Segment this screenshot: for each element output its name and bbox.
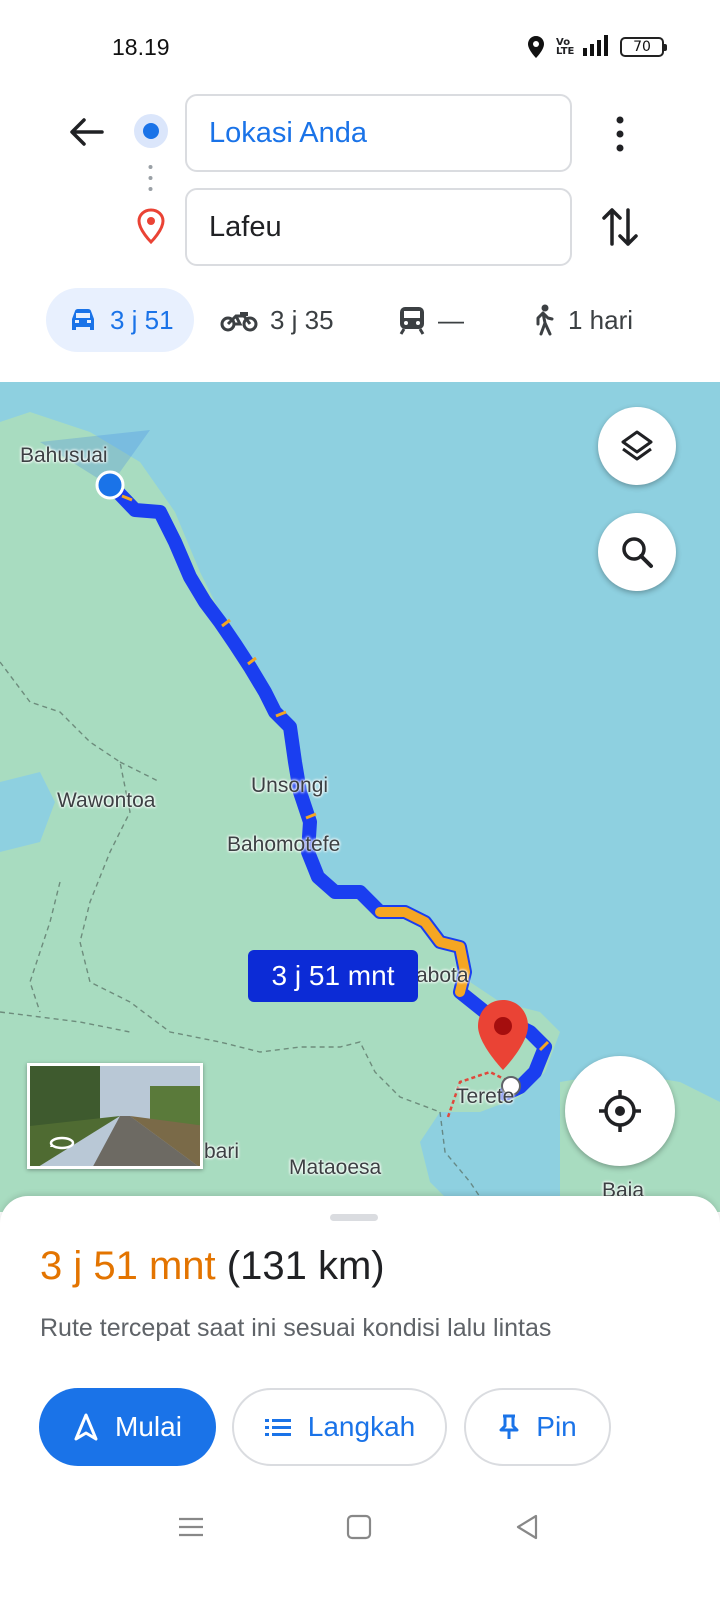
system-nav-bar — [0, 1490, 720, 1600]
walk-icon — [536, 304, 554, 336]
street-view-image — [30, 1066, 200, 1166]
map-label-wawontoa: Wawontoa — [57, 789, 156, 812]
sheet-drag-handle[interactable] — [330, 1214, 378, 1221]
recents-menu-icon[interactable] — [176, 1512, 206, 1542]
mode-walking[interactable]: 1 hari — [530, 288, 633, 352]
map-label-bari: bari — [204, 1140, 240, 1163]
mode-motorcycle-label: 3 j 35 — [270, 304, 334, 335]
route-duration: 3 j 51 mnt — [40, 1244, 216, 1288]
map-label-terete: Terete — [456, 1085, 515, 1108]
start-button-label: Mulai — [115, 1411, 182, 1442]
mode-motorcycle[interactable]: 3 j 35 — [220, 288, 334, 352]
route-description: Rute tercepat saat ini sesuai kondisi la… — [40, 1314, 552, 1342]
battery-icon: 70 — [620, 36, 667, 57]
navigation-arrow-icon — [74, 1413, 98, 1441]
my-location-button[interactable] — [565, 1056, 675, 1166]
steps-button-label: Langkah — [307, 1411, 416, 1442]
travel-mode-bar: 3 j 51 3 j 35 — 1 hari — [0, 288, 720, 354]
pin-button[interactable]: Pin — [464, 1388, 611, 1466]
status-time: 18.19 — [112, 34, 170, 60]
pin-icon — [499, 1414, 519, 1439]
mode-driving[interactable]: 3 j 51 — [46, 288, 194, 352]
car-icon — [72, 309, 94, 330]
home-icon[interactable] — [344, 1512, 374, 1542]
status-icons: Vo LTE 70 — [526, 34, 667, 59]
route-summary: 3 j 51 mnt (131 km) — [40, 1244, 385, 1289]
layers-icon — [621, 430, 653, 461]
search-icon — [622, 537, 653, 568]
mode-driving-label: 3 j 51 — [110, 304, 174, 335]
transit-icon — [399, 307, 425, 335]
street-view-thumbnail[interactable] — [27, 1063, 203, 1169]
layers-button[interactable] — [598, 407, 676, 485]
map-search-button[interactable] — [598, 513, 676, 591]
crosshair-icon — [599, 1090, 641, 1132]
steps-button[interactable]: Langkah — [232, 1388, 447, 1466]
list-icon — [264, 1419, 291, 1436]
status-bar: 18.19 Vo LTE 70 — [0, 0, 720, 90]
pin-button-label: Pin — [536, 1411, 577, 1442]
map-label-mataoesa: Mataoesa — [289, 1156, 382, 1179]
mode-walking-label: 1 hari — [568, 304, 634, 335]
360-rotate-icon — [49, 1136, 75, 1150]
signal-icon — [580, 34, 610, 59]
map-label-abota: abota — [416, 964, 469, 987]
more-options-icon[interactable] — [606, 112, 634, 156]
destination-pin-icon — [137, 208, 165, 244]
mode-transit[interactable]: — — [398, 288, 464, 352]
route-connector-dots — [148, 165, 153, 191]
swap-route-icon[interactable] — [598, 204, 642, 250]
destination-input[interactable]: Lafeu — [185, 188, 572, 266]
start-button[interactable]: Mulai — [39, 1388, 216, 1466]
route-duration-badge[interactable]: 3 j 51 mnt — [248, 950, 418, 1002]
volte-icon: Vo LTE — [556, 36, 575, 57]
origin-input[interactable]: Lokasi Anda — [185, 94, 572, 172]
mode-transit-label: — — [438, 304, 464, 335]
route-distance: (131 km) — [226, 1244, 385, 1288]
map-label-unsongi: Unsongi — [251, 774, 329, 797]
map-label-bahusuai: Bahusuai — [20, 444, 108, 467]
motorcycle-icon — [220, 312, 258, 332]
back-triangle-icon[interactable] — [512, 1512, 542, 1542]
back-arrow-icon[interactable] — [64, 110, 108, 154]
location-icon — [528, 35, 544, 58]
route-map[interactable]: Bahusuai Wawontoa Unsongi Bahomotefe abo… — [0, 382, 720, 1212]
map-label-bahomotefe: Bahomotefe — [227, 833, 341, 856]
origin-marker-icon — [134, 114, 168, 148]
